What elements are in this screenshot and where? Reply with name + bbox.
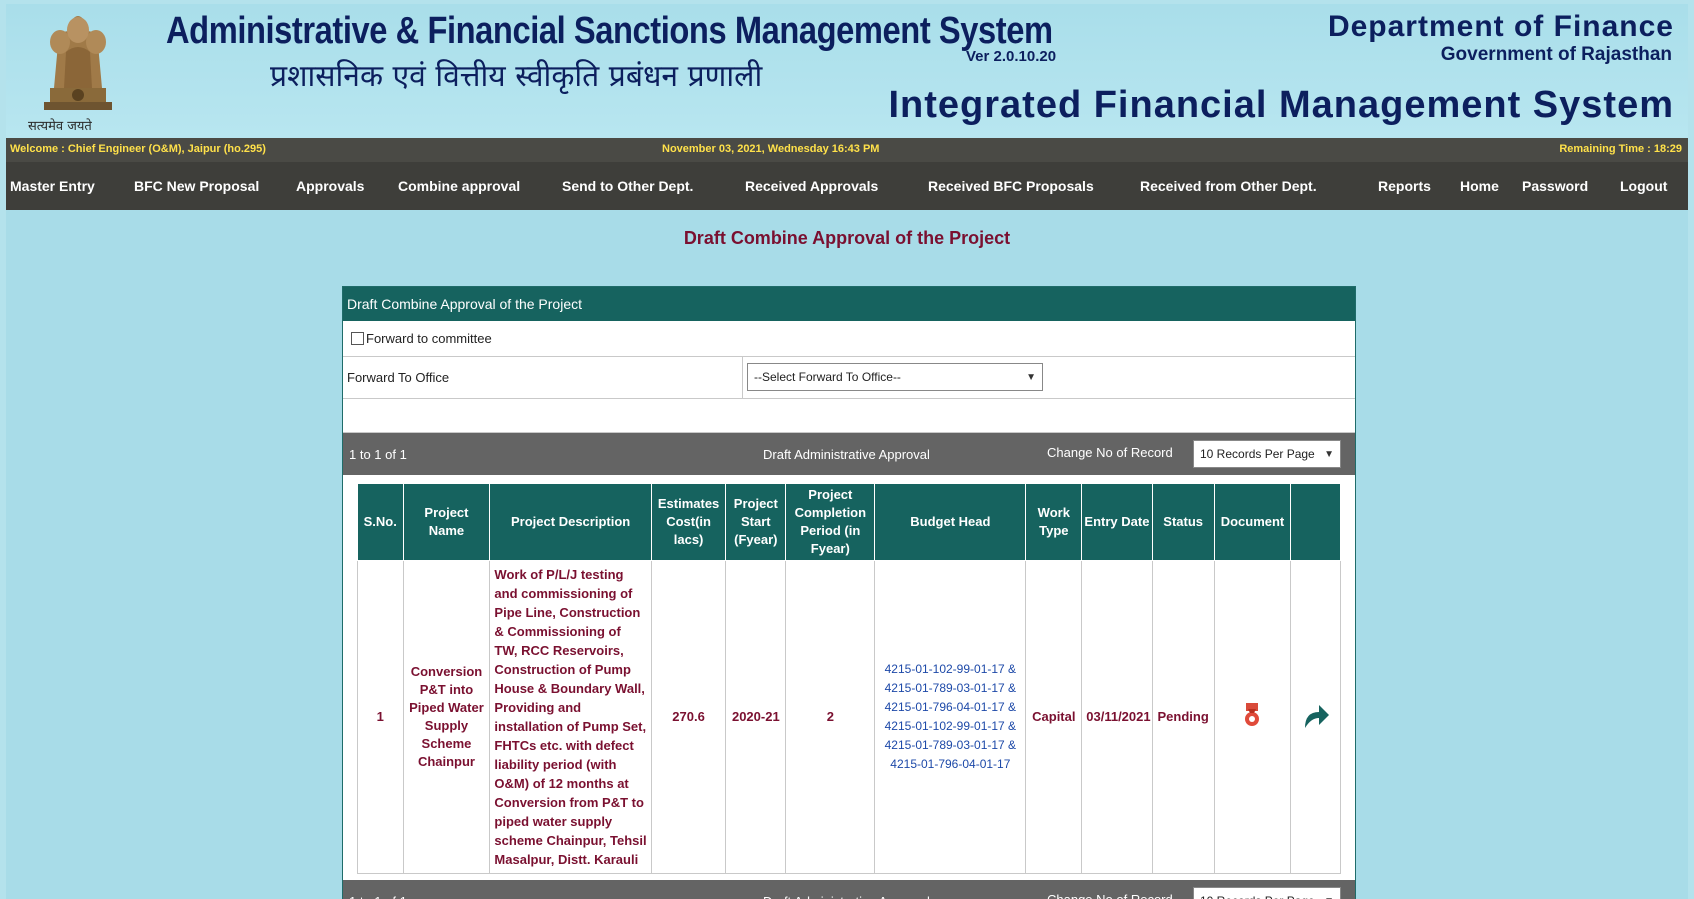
header: सत्यमेव जयते Administrative & Financial … <box>6 4 1688 138</box>
column-header: Estimates Cost(in lacs) <box>650 483 727 561</box>
forward-committee-checkbox[interactable] <box>351 332 364 345</box>
nav-approvals[interactable]: Approvals <box>296 178 364 194</box>
chevron-down-icon: ▼ <box>1324 896 1334 899</box>
cell-document <box>1213 560 1292 874</box>
column-header: Project Name <box>402 483 491 561</box>
cell-budget-head: 4215-01-102-99-01-17 & 4215-01-789-03-01… <box>874 560 1027 874</box>
government-name: Government of Rajasthan <box>1440 44 1672 65</box>
column-header <box>1290 483 1341 561</box>
welcome-text: Welcome : Chief Engineer (O&M), Jaipur (… <box>10 143 266 155</box>
forward-committee-label: Forward to committee <box>366 331 492 346</box>
nav-received-approvals[interactable]: Received Approvals <box>745 178 878 194</box>
nav-reports[interactable]: Reports <box>1378 178 1431 194</box>
nav-received-bfc-proposals[interactable]: Received BFC Proposals <box>928 178 1094 194</box>
remaining-time: Remaining Time : 18:29 <box>1559 143 1682 155</box>
cell-start: 2020-21 <box>725 560 787 874</box>
panel-heading: Draft Combine Approval of the Project <box>343 287 1355 321</box>
nav-bfc-new-proposal[interactable]: BFC New Proposal <box>134 178 259 194</box>
column-header: Project Description <box>489 483 652 561</box>
column-header: Budget Head <box>874 483 1027 561</box>
records-per-page-value: 10 Records Per Page <box>1200 894 1315 899</box>
spacer-row <box>343 399 1355 433</box>
cell-sno: 1 <box>357 560 404 874</box>
records-per-page-select[interactable]: 10 Records Per Page ▼ <box>1193 887 1341 899</box>
forward-committee-row: Forward to committee <box>343 321 1355 357</box>
pager-bottom: 1 to 1 of 1 Draft Administrative Approva… <box>343 880 1355 899</box>
ifms-title: Integrated Financial Management System <box>888 84 1674 126</box>
pager-title: Draft Administrative Approval <box>763 447 930 462</box>
nav-combine-approval[interactable]: Combine approval <box>398 178 520 194</box>
change-records-label: Change No of Record <box>1047 892 1173 899</box>
info-bar: Welcome : Chief Engineer (O&M), Jaipur (… <box>6 138 1688 162</box>
system-title: Administrative & Financial Sanctions Man… <box>166 10 1053 52</box>
cell-entry-date: 03/11/2021 <box>1081 560 1153 874</box>
change-records-label: Change No of Record <box>1047 445 1173 460</box>
cell-action <box>1290 560 1341 874</box>
records-per-page-value: 10 Records Per Page <box>1200 447 1315 461</box>
chevron-down-icon: ▼ <box>1026 371 1036 383</box>
column-header: Entry Date <box>1081 483 1153 561</box>
table-header-row: S.No. Project Name Project Description E… <box>357 483 1341 561</box>
column-header: Project Start (Fyear) <box>725 483 787 561</box>
cell-cost: 270.6 <box>650 560 727 874</box>
nav-password[interactable]: Password <box>1522 178 1588 194</box>
column-header: Document <box>1213 483 1292 561</box>
chevron-down-icon: ▼ <box>1324 448 1334 460</box>
record-count: 1 to 1 of 1 <box>349 894 407 899</box>
column-header: Project Completion Period (in Fyear) <box>785 483 876 561</box>
cell-status: Pending <box>1151 560 1215 874</box>
main-nav: Master Entry BFC New Proposal Approvals … <box>6 162 1688 210</box>
records-per-page-select[interactable]: 10 Records Per Page ▼ <box>1193 440 1341 468</box>
cell-work-type: Capital <box>1025 560 1083 874</box>
pager-top: 1 to 1 of 1 Draft Administrative Approva… <box>343 433 1355 475</box>
app-frame: सत्यमेव जयते Administrative & Financial … <box>6 4 1688 899</box>
pdf-icon[interactable] <box>1242 701 1262 729</box>
cell-project-name: Conversion P&T into Piped Water Supply S… <box>402 560 491 874</box>
cell-completion: 2 <box>785 560 876 874</box>
current-datetime: November 03, 2021, Wednesday 16:43 PM <box>662 143 880 155</box>
nav-master-entry[interactable]: Master Entry <box>10 178 95 194</box>
draft-approval-panel: Draft Combine Approval of the Project Fo… <box>342 286 1356 899</box>
page-title: Draft Combine Approval of the Project <box>683 228 1011 248</box>
forward-office-label: Forward To Office <box>343 357 743 398</box>
forward-office-select[interactable]: --Select Forward To Office-- ▼ <box>747 363 1043 391</box>
pager-title: Draft Administrative Approval <box>763 894 930 899</box>
forward-office-select-value: --Select Forward To Office-- <box>754 370 901 384</box>
forward-office-row: Forward To Office --Select Forward To Of… <box>343 357 1355 399</box>
forward-arrow-icon[interactable] <box>1301 700 1331 730</box>
version-label: Ver 2.0.10.20 <box>966 48 1057 65</box>
column-header: Status <box>1151 483 1215 561</box>
approval-table: S.No. Project Name Project Description E… <box>357 483 1341 874</box>
nav-home[interactable]: Home <box>1460 178 1499 194</box>
system-title-hindi: प्रशासनिक एवं वित्तीय स्वीकृति प्रबंधन प… <box>270 59 763 94</box>
nav-logout[interactable]: Logout <box>1620 178 1667 194</box>
column-header: Work Type <box>1025 483 1083 561</box>
nav-received-from-other-dept[interactable]: Received from Other Dept. <box>1140 178 1317 194</box>
table-row: 1 Conversion P&T into Piped Water Supply… <box>357 560 1341 874</box>
record-count: 1 to 1 of 1 <box>349 447 407 462</box>
nav-send-to-other-dept[interactable]: Send to Other Dept. <box>562 178 693 194</box>
column-header: S.No. <box>357 483 404 561</box>
department-name: Department of Finance <box>1327 10 1674 43</box>
emblem-motto: सत्यमेव जयते <box>28 119 92 134</box>
cell-description: Work of P/L/J testing and commissioning … <box>489 560 652 874</box>
